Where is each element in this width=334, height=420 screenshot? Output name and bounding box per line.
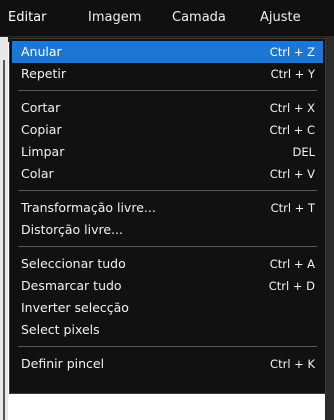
menu-item-label: Select pixels xyxy=(21,322,100,337)
menu-camada[interactable]: Camada xyxy=(172,10,226,26)
menu-item-label: Anular xyxy=(21,44,62,59)
menu-item-label: Limpar xyxy=(21,144,65,159)
menu-item-shortcut: Ctrl + K xyxy=(270,357,315,371)
menu-item-definir-pincel[interactable]: Definir pincel Ctrl + K xyxy=(12,353,323,375)
menu-editar[interactable]: Editar xyxy=(8,10,47,26)
menu-item-seleccionar-tudo[interactable]: Seleccionar tudo Ctrl + A xyxy=(12,253,323,275)
menu-item-shortcut: Ctrl + Z xyxy=(269,45,315,59)
menu-bar: Editar Imagem Camada Ajuste xyxy=(0,0,334,37)
menu-separator xyxy=(18,190,317,191)
menu-item-anular[interactable]: Anular Ctrl + Z xyxy=(12,41,323,63)
menu-item-label: Colar xyxy=(21,166,54,181)
menu-item-label: Cortar xyxy=(21,100,61,115)
menu-item-distorcao-livre[interactable]: Distorção livre... xyxy=(12,219,323,241)
menu-item-shortcut: Ctrl + Y xyxy=(270,67,315,81)
menu-item-inverter-seleccao[interactable]: Inverter selecção xyxy=(12,297,323,319)
menu-item-shortcut: Ctrl + D xyxy=(268,279,315,293)
menu-item-shortcut: Ctrl + C xyxy=(269,123,315,137)
menu-separator xyxy=(18,90,317,91)
menu-imagem[interactable]: Imagem xyxy=(88,10,141,26)
menu-separator xyxy=(18,346,317,347)
menu-item-shortcut: DEL xyxy=(292,145,315,159)
menu-separator xyxy=(18,246,317,247)
canvas-right-strip xyxy=(325,36,334,420)
menu-item-label: Copiar xyxy=(21,122,62,137)
menu-item-label: Definir pincel xyxy=(21,356,105,371)
menu-item-shortcut: Ctrl + T xyxy=(270,201,315,215)
menu-item-shortcut: Ctrl + X xyxy=(269,101,315,115)
menu-item-select-pixels[interactable]: Select pixels xyxy=(12,319,323,341)
menu-item-shortcut: Ctrl + V xyxy=(269,167,315,181)
menu-item-label: Distorção livre... xyxy=(21,222,123,237)
menu-item-transformacao-livre[interactable]: Transformação livre... Ctrl + T xyxy=(12,197,323,219)
menu-ajuste[interactable]: Ajuste xyxy=(260,10,301,26)
menu-item-label: Seleccionar tudo xyxy=(21,256,126,271)
menu-item-colar[interactable]: Colar Ctrl + V xyxy=(12,163,323,185)
canvas-left-line xyxy=(3,60,5,420)
menu-item-copiar[interactable]: Copiar Ctrl + C xyxy=(12,119,323,141)
menu-item-label: Inverter selecção xyxy=(21,300,129,315)
menu-item-shortcut: Ctrl + A xyxy=(269,257,315,271)
menu-item-label: Transformação livre... xyxy=(21,200,156,215)
menu-item-label: Desmarcar tudo xyxy=(21,278,122,293)
menu-item-label: Repetir xyxy=(21,66,66,81)
menu-item-limpar[interactable]: Limpar DEL xyxy=(12,141,323,163)
menu-item-cortar[interactable]: Cortar Ctrl + X xyxy=(12,97,323,119)
edit-dropdown-menu: Anular Ctrl + Z Repetir Ctrl + Y Cortar Ctrl … xyxy=(9,38,326,394)
menu-item-repetir[interactable]: Repetir Ctrl + Y xyxy=(12,63,323,85)
menu-item-desmarcar-tudo[interactable]: Desmarcar tudo Ctrl + D xyxy=(12,275,323,297)
